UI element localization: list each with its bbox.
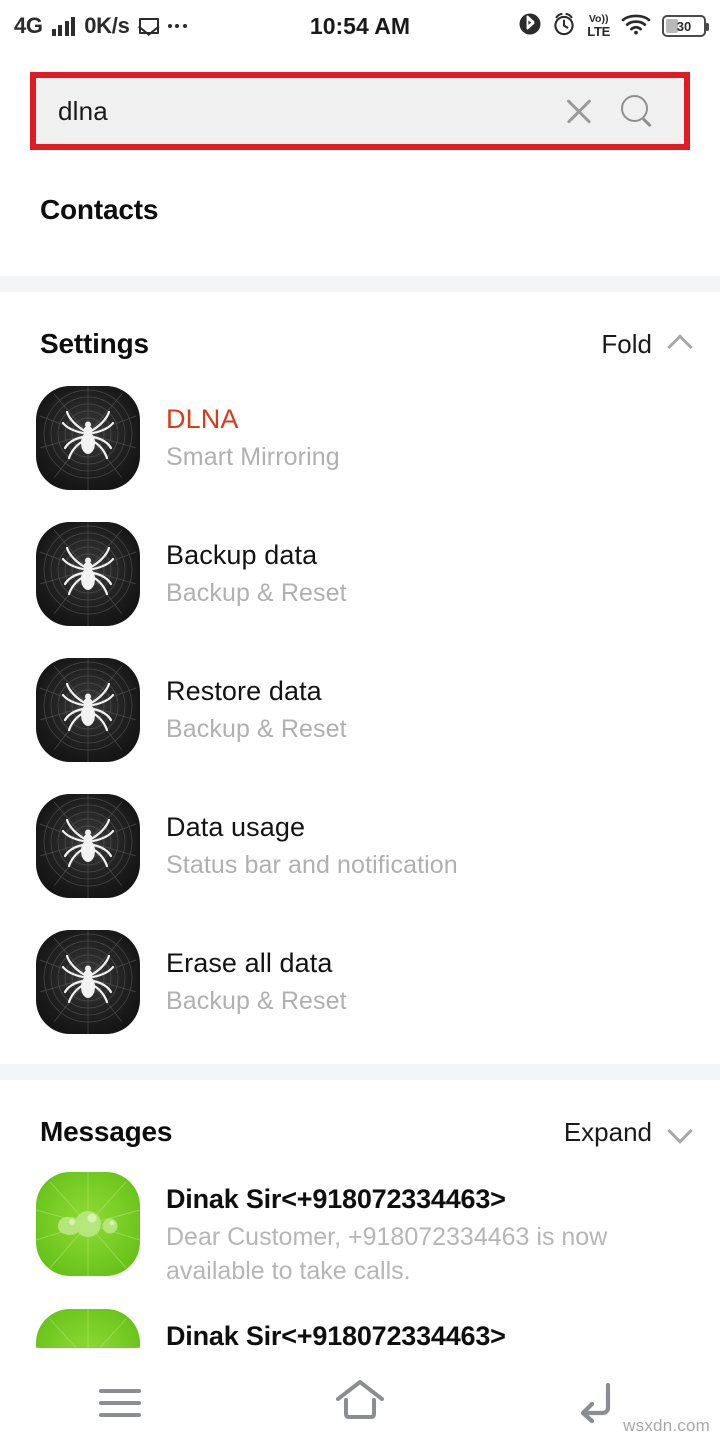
list-item-title: Data usage xyxy=(166,811,306,842)
list-item-subtitle: Smart Mirroring xyxy=(166,442,340,471)
status-bar-right: Vo)) LTE 30 xyxy=(519,11,709,42)
list-item-subtitle: Status bar and notification xyxy=(166,850,458,879)
list-item[interactable]: Backup data Backup & Reset xyxy=(0,506,720,642)
bluetooth-icon xyxy=(519,11,541,42)
list-item-text: Dinak Sir<+918072334463> Dear Customer, … xyxy=(166,1172,690,1289)
list-item-subtitle: Backup & Reset xyxy=(166,714,347,743)
navigation-bar: wsxdn.com xyxy=(0,1365,720,1440)
menu-icon xyxy=(99,1388,141,1417)
battery-icon: 30 xyxy=(662,15,709,37)
list-item-text: Erase all data Backup & Reset xyxy=(166,947,690,1017)
message-body: Dear Customer, +918072334463 is now avai… xyxy=(166,1223,608,1285)
signal-bars-icon xyxy=(51,16,76,36)
list-item-title: Backup data xyxy=(166,539,318,570)
messages-section-header: Messages Expand xyxy=(0,1080,720,1158)
list-item-text: Restore data Backup & Reset xyxy=(166,675,690,745)
list-item[interactable]: Dinak Sir<+918072334463> Dear Customer, … xyxy=(0,1295,720,1349)
wifi-icon xyxy=(621,12,651,41)
contacts-section-title: Contacts xyxy=(40,194,159,225)
search-highlight-box: dlna xyxy=(30,72,690,150)
list-item-text: Data usage Status bar and notification xyxy=(166,811,690,881)
messages-section-title: Messages xyxy=(40,1116,173,1147)
list-item-subtitle: Backup & Reset xyxy=(166,578,347,607)
settings-fold-toggle[interactable]: Fold xyxy=(601,329,690,360)
list-item-title: Restore data xyxy=(166,675,322,706)
network-type-label: 4G xyxy=(14,13,43,38)
settings-section-header: Settings Fold xyxy=(0,292,720,370)
search-icon xyxy=(620,94,654,128)
spider-web-icon xyxy=(36,386,140,490)
chevron-up-icon xyxy=(668,333,690,355)
spider-web-icon xyxy=(36,522,140,626)
settings-section-title: Settings xyxy=(40,328,149,359)
search-bar[interactable]: dlna xyxy=(36,78,684,144)
list-item-subtitle: Backup & Reset xyxy=(166,986,347,1015)
list-item-text: Backup data Backup & Reset xyxy=(166,539,690,609)
settings-results-list: DLNA Smart Mirroring Backup data Backup … xyxy=(0,370,720,1050)
message-app-icon xyxy=(36,1172,140,1276)
message-sender: Dinak Sir<+918072334463> xyxy=(166,1184,506,1214)
chevron-down-icon xyxy=(668,1121,690,1143)
message-app-icon xyxy=(36,1308,140,1348)
list-item[interactable]: Erase all data Backup & Reset xyxy=(0,914,720,1050)
messages-expand-toggle[interactable]: Expand xyxy=(564,1117,690,1148)
watermark: wsxdn.com xyxy=(623,1416,710,1435)
contacts-section: Contacts xyxy=(0,150,720,276)
spider-web-icon xyxy=(36,794,140,898)
list-item[interactable]: DLNA Smart Mirroring xyxy=(0,370,720,506)
close-icon xyxy=(563,95,595,127)
list-item[interactable]: Dinak Sir<+918072334463> Dear Customer, … xyxy=(0,1158,720,1295)
alarm-icon xyxy=(552,11,576,42)
message-sender: Dinak Sir<+918072334463> xyxy=(166,1320,506,1349)
home-icon xyxy=(333,1377,387,1428)
spider-web-icon xyxy=(36,658,140,762)
section-divider xyxy=(0,276,720,292)
list-item[interactable]: Data usage Status bar and notification xyxy=(0,778,720,914)
mail-icon xyxy=(138,18,159,34)
search-input[interactable]: dlna xyxy=(58,96,550,127)
section-divider xyxy=(0,1064,720,1080)
volte-icon: Vo)) LTE xyxy=(587,14,610,38)
settings-fold-label: Fold xyxy=(601,328,652,359)
spider-web-icon xyxy=(36,930,140,1034)
back-icon xyxy=(574,1377,626,1428)
battery-level-label: 30 xyxy=(676,18,692,34)
results-content: Contacts Settings Fold DLNA Smart Mirror… xyxy=(0,150,720,1348)
messages-expand-label: Expand xyxy=(563,1116,652,1147)
clock-label: 10:54 AM xyxy=(309,12,411,39)
list-item-text: DLNA Smart Mirroring xyxy=(166,403,690,473)
status-bar: 4G 0K/s 10:54 AM Vo)) LTE 30 xyxy=(0,0,720,52)
submit-search-button[interactable] xyxy=(608,82,666,140)
list-item-title: Erase all data xyxy=(166,947,333,978)
settings-section: Settings Fold DLNA Smart Mirroring Backu… xyxy=(0,292,720,1050)
status-bar-left: 4G 0K/s xyxy=(14,13,187,39)
messages-section: Messages Expand Dinak Sir<+918072334463>… xyxy=(0,1080,720,1348)
list-item-title: DLNA xyxy=(166,403,239,434)
home-button[interactable] xyxy=(285,1368,435,1438)
recents-button[interactable] xyxy=(45,1368,195,1438)
more-dots-icon xyxy=(167,24,187,28)
volte-bottom-label: LTE xyxy=(587,23,610,39)
clear-search-button[interactable] xyxy=(550,82,608,140)
messages-results-list: Dinak Sir<+918072334463> Dear Customer, … xyxy=(0,1158,720,1348)
list-item-text: Dinak Sir<+918072334463> Dear Customer, … xyxy=(166,1309,690,1349)
list-item[interactable]: Restore data Backup & Reset xyxy=(0,642,720,778)
data-rate-label: 0K/s xyxy=(84,13,130,38)
